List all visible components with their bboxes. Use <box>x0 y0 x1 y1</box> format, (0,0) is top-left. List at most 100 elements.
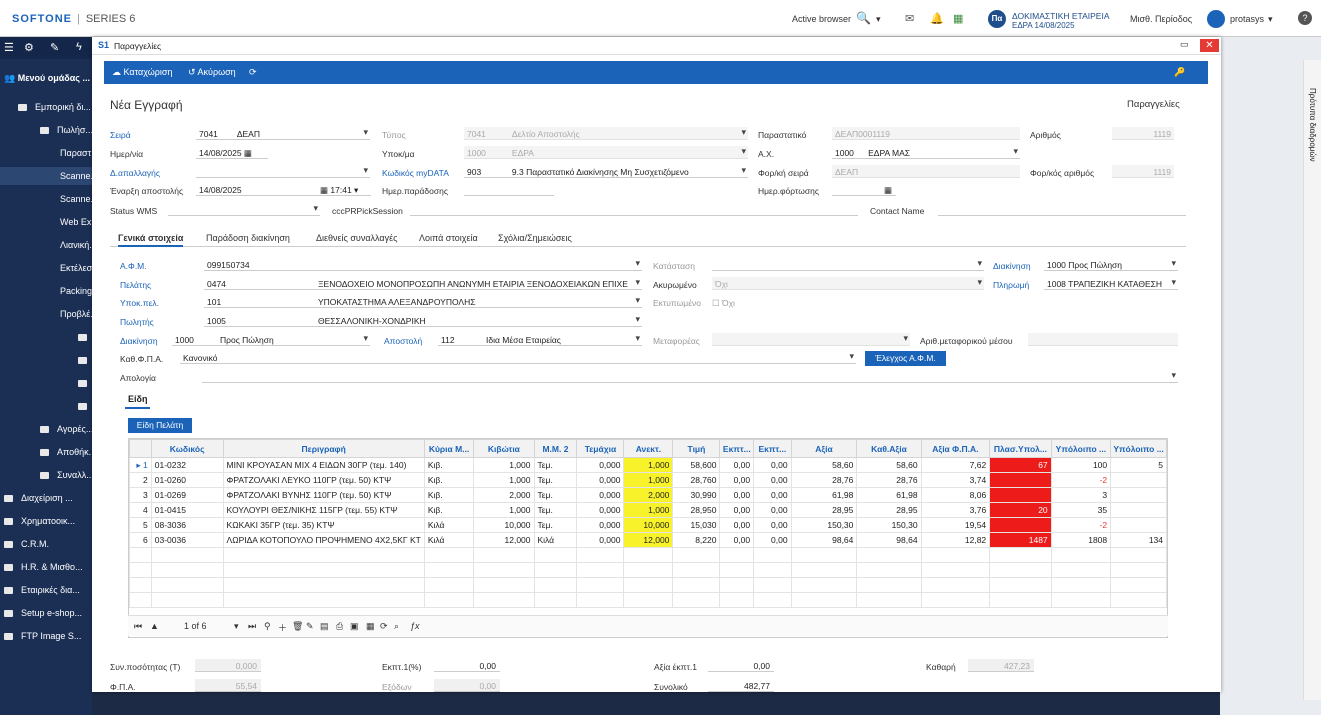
table-cell[interactable]: 58,600 <box>672 457 721 473</box>
table-cell[interactable]: 0,00 <box>719 502 755 518</box>
table-cell[interactable]: 28,760 <box>672 472 721 488</box>
chevron-down-icon[interactable]: ▾ <box>876 14 881 25</box>
table-cell[interactable]: 1808 <box>1050 532 1112 548</box>
menu-icon[interactable]: ☰ <box>4 41 14 54</box>
table-cell[interactable]: 28,76 <box>790 472 858 488</box>
tab-loipa[interactable]: Λοιπά στοιχεία <box>419 233 478 243</box>
table-cell[interactable]: 100 <box>1050 457 1112 473</box>
table-cell[interactable]: ΦΡΑΤΖΟΛΑΚΙ ΒΥΝΗΣ 110ΓΡ (τεμ. 50) ΚΤΨ <box>222 487 425 503</box>
mail-icon[interactable]: ✉ <box>905 12 914 25</box>
enarxi-date-field[interactable]: 14/08/2025 <box>196 183 324 196</box>
table-cell[interactable]: Τεμ. <box>533 457 578 473</box>
table-cell[interactable]: 0,00 <box>719 472 755 488</box>
table-cell[interactable]: 150,30 <box>790 517 858 533</box>
table-cell[interactable]: 98,64 <box>790 532 858 548</box>
table-cell[interactable]: 0,000 <box>576 532 625 548</box>
copy-icon[interactable]: ▤ <box>320 621 329 632</box>
table-cell[interactable]: 3,76 <box>920 502 991 518</box>
table-row[interactable]: 5 08-3036 ΚΩΚΑΚΙ 35ΓΡ (τεμ. 35) ΚΤΨ Κιλά 10,… <box>129 517 1167 533</box>
table-cell[interactable]: Τεμ. <box>533 502 578 518</box>
sidebar-item[interactable]: Αγορές... <box>0 420 92 438</box>
table-cell[interactable]: 0,00 <box>753 532 792 548</box>
table-cell[interactable] <box>533 547 578 563</box>
check-afm-button[interactable]: Έλεγχος Α.Φ.Μ. <box>865 351 946 366</box>
parastatiko-field[interactable]: ΔΕΑΠ0001119 <box>832 127 1020 140</box>
help-icon[interactable]: ? <box>1298 11 1312 25</box>
prev-page-icon[interactable]: ▲ <box>150 621 159 631</box>
akyromeno-field[interactable]: Όχι <box>712 277 984 290</box>
table-cell[interactable]: 12,000 <box>473 532 535 548</box>
table-cell[interactable] <box>473 577 535 593</box>
sidebar-item[interactable]: Διαχείριση ... <box>0 489 92 507</box>
arithmos-field[interactable]: 1119 <box>1112 127 1174 140</box>
table-cell[interactable]: 15,030 <box>672 517 721 533</box>
ypok-field[interactable]: 1000 ΕΔΡΑ <box>464 146 748 159</box>
table-cell[interactable] <box>719 577 755 593</box>
table-cell[interactable]: ΛΩΡΙΔΑ ΚΟΤΟΠΟΥΛΟ ΠΡΟΨΗΜΕΝΟ 4Χ2,5ΚΓ ΚΤ <box>222 532 425 548</box>
diakinisi-field[interactable]: 1000 Προς Πώληση <box>172 333 370 346</box>
table-cell[interactable] <box>989 517 1052 533</box>
table-cell[interactable] <box>753 592 792 608</box>
table-cell[interactable]: ΚΟΥΛΟΥΡΙ ΘΕΣ/ΝΙΚΗΣ 115ΓΡ (τεμ. 55) ΚΤΨ <box>222 502 425 518</box>
table-cell[interactable] <box>1050 592 1112 608</box>
table-cell[interactable] <box>856 547 922 563</box>
first-page-icon[interactable]: ⏮ <box>134 621 142 632</box>
table-cell[interactable] <box>989 472 1052 488</box>
sidebar-item[interactable]: C.R.M. <box>0 535 92 553</box>
row-selector-icon[interactable]: ▸ 1 <box>129 457 152 473</box>
table-cell[interactable] <box>719 562 755 578</box>
table-cell[interactable] <box>920 577 991 593</box>
politis-field[interactable]: 1005 ΘΕΣΣΑΛΟΝΙΚΗ-ΧΟΝΔΡΙΚΗ <box>204 314 642 327</box>
sidebar-item[interactable]: Εμπορική δι... <box>0 98 92 116</box>
column-header[interactable]: Καθ.Αξία <box>856 439 922 458</box>
table-cell[interactable]: 0,00 <box>753 487 792 503</box>
table-cell[interactable]: Κιβ. <box>423 487 475 503</box>
table-cell[interactable] <box>150 562 224 578</box>
table-cell[interactable]: 6 <box>129 532 152 548</box>
column-header[interactable]: Υπόλοιπο ... <box>1110 439 1167 458</box>
column-header[interactable]: Κιβώτια <box>473 439 535 458</box>
kathari-field[interactable]: 427,23 <box>968 659 1034 672</box>
sidebar-item[interactable]: Εκτέλεσ... <box>0 259 92 277</box>
ektypomeno-checkbox[interactable]: ☐ Όχι <box>712 298 735 309</box>
apostoli-field[interactable]: 112 Ιδια Μέσα Εταιρείας <box>438 333 642 346</box>
table-cell[interactable]: 28,76 <box>856 472 922 488</box>
table-cell[interactable] <box>1110 487 1167 503</box>
table-cell[interactable]: 0,00 <box>719 517 755 533</box>
table-cell[interactable]: 0,00 <box>753 517 792 533</box>
table-cell[interactable]: -2 <box>1050 517 1112 533</box>
table-cell[interactable] <box>753 547 792 563</box>
table-cell[interactable] <box>473 592 535 608</box>
column-header[interactable]: Αξία Φ.Π.Α. <box>920 439 991 458</box>
table-cell[interactable] <box>1110 472 1167 488</box>
ypok-pel-field[interactable]: 101 ΥΠΟΚΑΤΑΣΤΗΜΑ ΑΛΕΞΑΝΔΡΟΥΠΟΛΗΣ <box>204 295 642 308</box>
table-cell[interactable] <box>753 577 792 593</box>
column-header[interactable]: Τεμάχια <box>576 439 625 458</box>
table-cell[interactable]: 61,98 <box>790 487 858 503</box>
gear-icon[interactable]: ⚙ <box>24 41 34 54</box>
company-selector[interactable]: Πα ΔΟΚΙΜΑΣΤΙΚΗ ΕΤΑΙΡΕΙΑ ΕΔΡΑ 14/08/2025 <box>988 8 1112 32</box>
synoliko-field[interactable]: 482,77 <box>708 679 774 692</box>
axia-ekpt-field[interactable]: 0,00 <box>708 659 774 672</box>
table-cell[interactable]: 0,00 <box>719 487 755 503</box>
sidebar-item[interactable]: Scanne... <box>0 190 92 208</box>
sidebar-item[interactable]: Προβλέ... <box>0 305 92 323</box>
table-cell[interactable] <box>1050 562 1112 578</box>
table-cell[interactable]: 0,000 <box>576 472 625 488</box>
table-cell[interactable]: 134 <box>1110 532 1167 548</box>
table-row[interactable] <box>129 562 1167 578</box>
table-cell[interactable]: 8,220 <box>672 532 721 548</box>
table-cell[interactable] <box>920 592 991 608</box>
table-cell[interactable]: 1,000 <box>623 502 674 518</box>
table-cell[interactable]: 3,74 <box>920 472 991 488</box>
cancel-button[interactable]: ↺ Ακύρωση <box>188 67 236 78</box>
table-cell[interactable] <box>533 562 578 578</box>
edit-icon[interactable]: ✎ <box>306 621 314 632</box>
katastasi-field[interactable] <box>712 258 984 271</box>
table-cell[interactable] <box>790 592 858 608</box>
table-cell[interactable]: Κιβ. <box>423 502 475 518</box>
column-header[interactable]: Πλασ.Υπολ... <box>989 439 1052 458</box>
table-cell[interactable]: -2 <box>1050 472 1112 488</box>
table-cell[interactable] <box>623 547 674 563</box>
table-row[interactable] <box>129 547 1167 563</box>
